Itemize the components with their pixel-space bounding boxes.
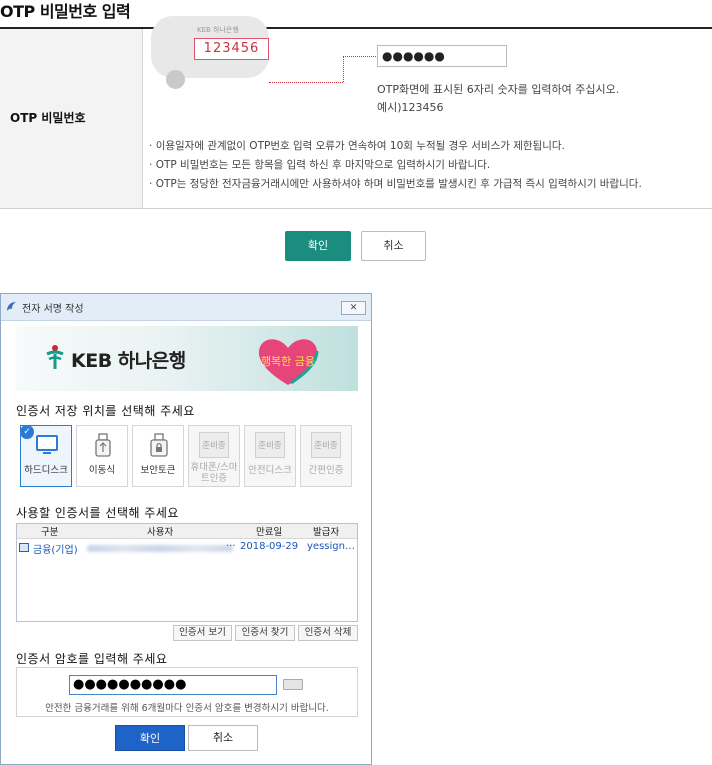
otp-help-text: OTP화면에 표시된 6자리 숫자를 입력하여 주십시오. — [377, 83, 620, 96]
otp-label-cell: OTP 비밀번호 — [0, 29, 143, 208]
cert-user-redacted — [87, 545, 233, 552]
otp-note: OTP 비밀번호는 모든 항목을 입력 하신 후 마지막으로 입력하시기 바랍니… — [149, 156, 642, 175]
keyboard-icon[interactable] — [283, 679, 303, 690]
otp-section-title: OTP 비밀번호 입력 — [0, 2, 131, 21]
dialog-title: 전자 서명 작성 — [22, 304, 84, 315]
usb-icon — [95, 433, 111, 457]
cert-sign-dialog: 전자 서명 작성 ✕ KEB 하나은행 행복한 금융 인증서 저장 위치를 선택… — [0, 293, 372, 765]
selected-check-icon: ✓ — [20, 425, 34, 439]
storage-option-removable[interactable]: 이동식 — [76, 425, 128, 487]
otp-token-brand: KEB 하나은행 — [197, 26, 239, 34]
bank-banner: KEB 하나은행 행복한 금융 — [16, 326, 358, 391]
otp-confirm-button[interactable]: 확인 — [285, 231, 351, 261]
storage-option-label: 보안토큰 — [140, 465, 176, 476]
coming-soon-badge: 준비중 — [311, 432, 341, 458]
storage-option-label: 하드디스크 — [24, 465, 68, 476]
storage-option-phone: 준비중 휴대폰/스마트인증 — [188, 425, 240, 487]
otp-password-input[interactable]: ●●●●●● — [377, 45, 507, 67]
banner-brand-text: KEB 하나은행 — [71, 350, 186, 372]
certificate-icon — [19, 543, 29, 552]
cert-user-ellipsis: ··· — [226, 541, 236, 552]
dialog-confirm-button[interactable]: 확인 — [115, 725, 185, 751]
cert-list-header: 구분 사용자 만료일 발급자 — [17, 524, 357, 539]
find-cert-button[interactable]: 인증서 찾기 — [235, 625, 295, 641]
close-icon[interactable]: ✕ — [341, 301, 366, 315]
dialog-titlebar[interactable]: 전자 서명 작성 ✕ — [1, 294, 371, 321]
otp-pointer-line — [343, 56, 344, 82]
view-cert-button[interactable]: 인증서 보기 — [173, 625, 232, 641]
heart-slogan-logo: 행복한 금융 — [258, 339, 319, 385]
coming-soon-badge: 준비중 — [199, 432, 229, 458]
cert-issuer: yessign… — [307, 541, 355, 552]
delete-cert-button[interactable]: 인증서 삭제 — [298, 625, 358, 641]
cert-section-heading: 사용할 인증서를 선택해 주세요 — [16, 506, 179, 520]
cert-expiry: 2018-09-29 — [240, 541, 299, 552]
monitor-icon — [36, 435, 58, 454]
column-header-issuer[interactable]: 발급자 — [313, 524, 339, 538]
storage-option-harddisk[interactable]: ✓ 하드디스크 — [20, 425, 72, 487]
storage-option-label: 이동식 — [88, 465, 116, 476]
storage-option-label: 간편인증 — [308, 465, 344, 476]
storage-option-safe-disk: 준비중 안전디스크 — [244, 425, 296, 487]
storage-option-label: 휴대폰/스마트인증 — [190, 462, 238, 484]
column-header-expiry[interactable]: 만료일 — [256, 524, 282, 538]
banner-slogan: 행복한 금융 — [261, 355, 315, 368]
storage-option-security-token[interactable]: 보안토큰 — [132, 425, 184, 487]
storage-option-simple-auth: 준비중 간편인증 — [300, 425, 352, 487]
otp-cancel-button[interactable]: 취소 — [361, 231, 426, 261]
cert-password-input[interactable]: ●●●●●●●●●● — [69, 675, 277, 695]
app-logo-icon — [7, 302, 16, 311]
otp-note: 이용일자에 관계없이 OTP번호 입력 오류가 연속하여 10회 누적될 경우 … — [149, 137, 642, 156]
otp-note: OTP는 정당한 전자금융거래시에만 사용하셔야 하며 비밀번호를 발생시킨 후… — [149, 175, 642, 194]
store-section-heading: 인증서 저장 위치를 선택해 주세요 — [16, 404, 195, 418]
otp-token-button-icon — [166, 70, 185, 89]
password-hint: 안전한 금융거래를 위해 6개월마다 인증서 암호를 변경하시기 바랍니다. — [45, 703, 329, 714]
password-box: ●●●●●●●●●● 안전한 금융거래를 위해 6개월마다 인증서 암호를 변경… — [16, 667, 358, 717]
otp-token-number: 123456 — [194, 38, 269, 60]
cert-type: 금융(기업) — [33, 545, 78, 556]
lock-token-icon — [150, 433, 168, 457]
otp-pointer-line — [343, 56, 376, 57]
dialog-cancel-button[interactable]: 취소 — [188, 725, 258, 751]
cert-row[interactable]: 금융(기업) ··· 2018-09-29 yessign… — [17, 541, 357, 556]
otp-pointer-line — [269, 82, 343, 83]
storage-option-label: 안전디스크 — [248, 465, 292, 476]
column-header-user[interactable]: 사용자 — [147, 524, 173, 538]
otp-field-label: OTP 비밀번호 — [10, 111, 86, 125]
otp-notes-list: 이용일자에 관계없이 OTP번호 입력 오류가 연속하여 10회 누적될 경우 … — [149, 137, 642, 194]
hana-logo-icon — [46, 345, 64, 369]
password-section-heading: 인증서 암호를 입력해 주세요 — [16, 652, 168, 666]
cert-list: 구분 사용자 만료일 발급자 금융(기업) ··· 2018-09-29 yes… — [16, 523, 358, 622]
column-header-type[interactable]: 구분 — [41, 524, 58, 538]
otp-example-text: 예시)123456 — [377, 101, 444, 114]
coming-soon-badge: 준비중 — [255, 432, 285, 458]
